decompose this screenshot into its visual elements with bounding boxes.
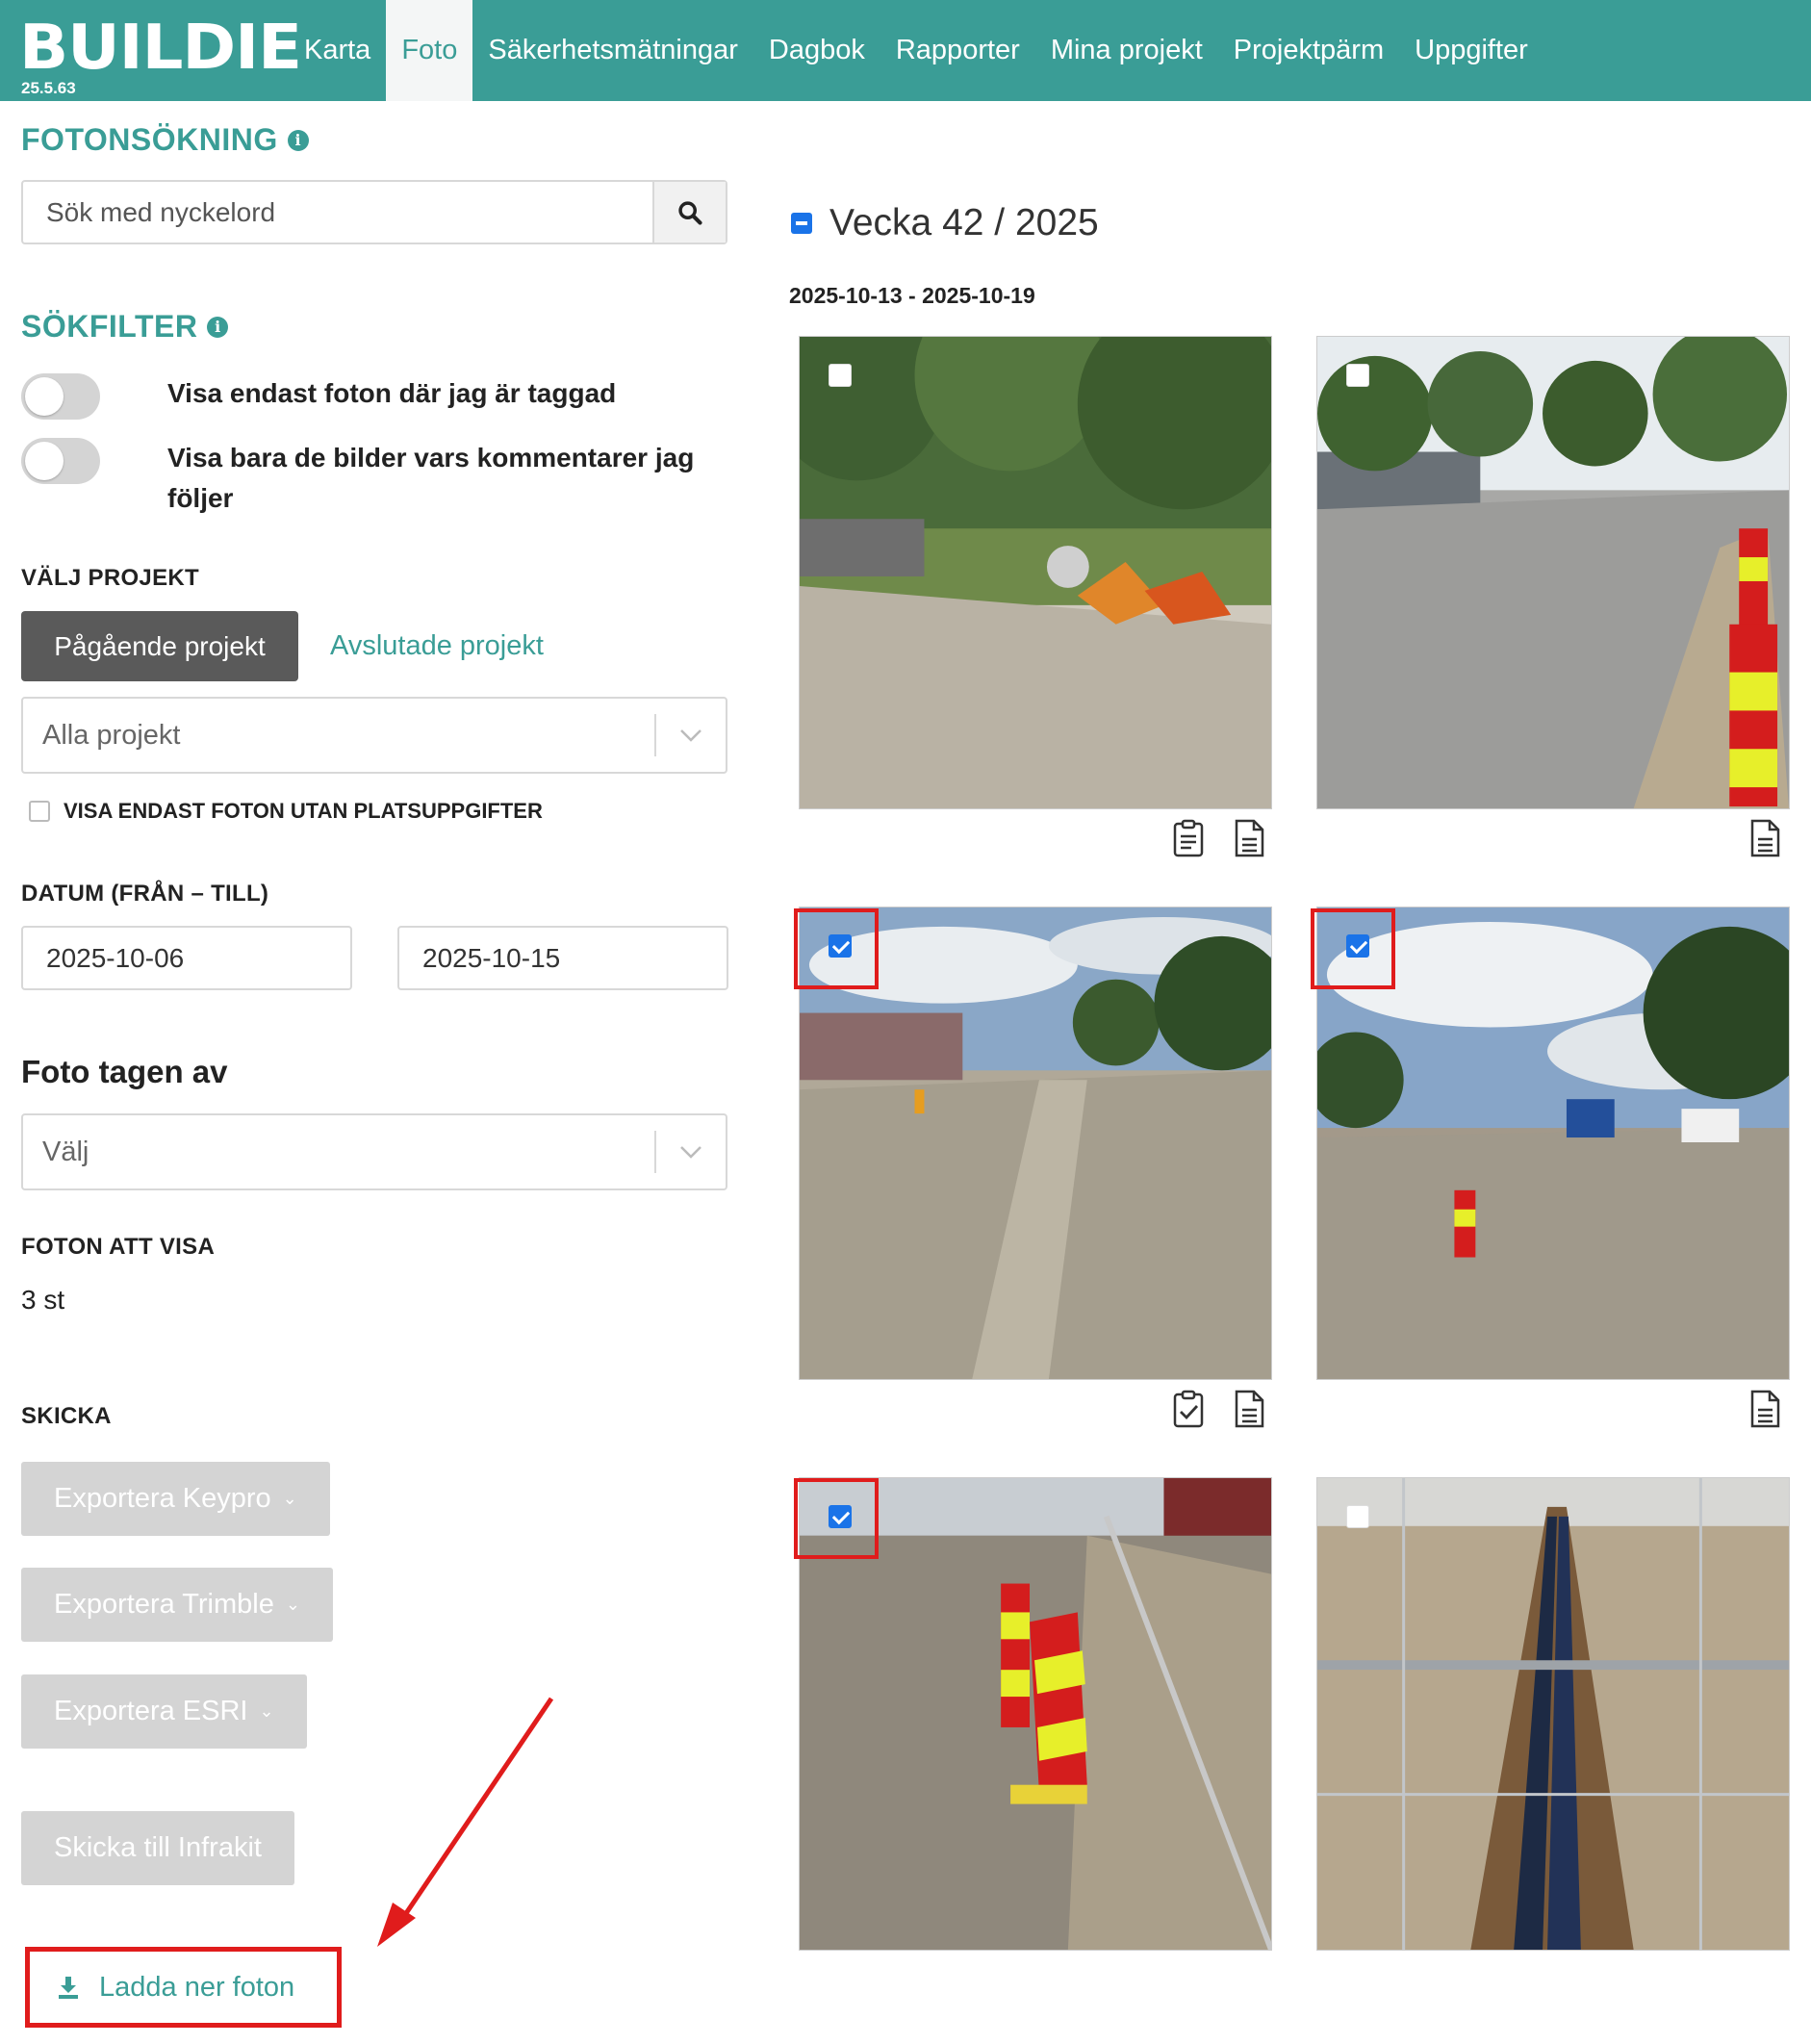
info-icon[interactable]: i [287, 129, 309, 151]
logo-text: BUILDIE [19, 13, 302, 84]
taken-by-select-value: Välj [42, 1136, 89, 1167]
photo-image [1317, 1478, 1789, 1950]
chevron-down-icon [656, 728, 726, 742]
nav-uppgifter[interactable]: Uppgifter [1399, 0, 1543, 101]
document-icon[interactable] [1748, 819, 1781, 857]
photo-select-checkbox[interactable] [1346, 1505, 1369, 1528]
highlight-box [794, 1478, 879, 1559]
info-icon[interactable]: i [207, 316, 229, 338]
no-location-filter: VISA ENDAST FOTON UTAN PLATSUPPGIFTER [29, 799, 543, 824]
clipboard-check-icon[interactable] [1172, 1390, 1205, 1428]
document-icon[interactable] [1748, 1390, 1781, 1428]
date-from-input[interactable]: 2025-10-06 [21, 926, 352, 990]
export-trimble-label: Exportera Trimble [54, 1589, 274, 1620]
export-trimble-button[interactable]: Exportera Trimble ⌄ [21, 1568, 333, 1642]
main-nav: Karta Foto Säkerhetsmätningar Dagbok Rap… [289, 0, 1543, 101]
toggle-knob [25, 377, 64, 416]
download-icon [59, 1977, 78, 1999]
photos-count: 3 st [21, 1285, 65, 1315]
search-filter-heading: SÖKFILTER i [21, 309, 229, 345]
search-button[interactable] [652, 182, 726, 243]
photo-thumbnail[interactable] [1316, 336, 1790, 809]
toggle-row-followed: Visa bara de bilder vars kommentarer jag… [21, 438, 706, 519]
chevron-down-icon: ⌄ [282, 1489, 297, 1508]
clipboard-icon[interactable] [1172, 819, 1205, 857]
export-keypro-button[interactable]: Exportera Keypro ⌄ [21, 1462, 330, 1536]
toggle-knob [25, 442, 64, 480]
week-title: Vecka 42 / 2025 [829, 202, 1099, 243]
chevron-down-icon [656, 1145, 726, 1159]
download-photos-button[interactable]: Ladda ner foton [25, 1947, 342, 2028]
photo-select-checkbox[interactable] [1346, 364, 1369, 387]
project-select[interactable]: Alla projekt [21, 697, 727, 774]
document-icon[interactable] [1233, 1390, 1265, 1428]
send-label: SKICKA [21, 1403, 112, 1429]
no-location-checkbox[interactable] [29, 801, 50, 822]
top-navbar: BUILDIE 25.5.63 Karta Foto Säkerhetsmätn… [0, 0, 1811, 101]
tagged-only-toggle[interactable] [21, 373, 100, 420]
choose-project-label: VÄLJ PROJEKT [21, 565, 199, 591]
followed-comments-toggle[interactable] [21, 438, 100, 484]
nav-sakerhetsmatningar[interactable]: Säkerhetsmätningar [472, 0, 753, 101]
project-select-value: Alla projekt [42, 719, 181, 751]
date-range-label: DATUM (FRÅN – TILL) [21, 881, 269, 907]
send-infrakit-button[interactable]: Skicka till Infrakit [21, 1811, 294, 1885]
chevron-down-icon: ⌄ [285, 1595, 300, 1614]
tagged-only-label: Visa endast foton där jag är taggad [167, 378, 617, 408]
date-to-input[interactable]: 2025-10-15 [397, 926, 728, 990]
followed-comments-label: Visa bara de bilder vars kommentarer jag… [167, 443, 695, 513]
download-photos-label: Ladda ner foton [99, 1971, 295, 2003]
week-date-range: 2025-10-13 - 2025-10-19 [789, 283, 1035, 308]
toggle-row-tagged: Visa endast foton där jag är taggad [21, 373, 706, 420]
chevron-down-icon: ⌄ [259, 1701, 274, 1721]
search-filter-title: SÖKFILTER [21, 309, 198, 344]
collapse-icon[interactable] [791, 213, 812, 234]
photo-search-title: FOTONSÖKNING [21, 122, 278, 157]
nav-foto[interactable]: Foto [386, 0, 473, 101]
photo-select-checkbox[interactable] [829, 364, 852, 387]
search-box [21, 180, 727, 244]
export-keypro-label: Exportera Keypro [54, 1483, 271, 1514]
buildie-logo[interactable]: BUILDIE 25.5.63 [19, 17, 302, 99]
taken-by-select[interactable]: Välj [21, 1113, 727, 1190]
highlight-box [1311, 908, 1395, 989]
ongoing-projects-button[interactable]: Pågående projekt [21, 611, 298, 681]
photo-thumbnail[interactable] [799, 336, 1272, 809]
search-icon [678, 200, 702, 225]
photo-image [1317, 337, 1789, 808]
photo-image [800, 337, 1271, 808]
no-location-label: VISA ENDAST FOTON UTAN PLATSUPPGIFTER [64, 799, 543, 823]
nav-rapporter[interactable]: Rapporter [880, 0, 1035, 101]
nav-mina-projekt[interactable]: Mina projekt [1035, 0, 1218, 101]
photo-search-heading: FOTONSÖKNING i [21, 122, 309, 158]
search-input[interactable] [23, 182, 652, 243]
export-esri-button[interactable]: Exportera ESRI ⌄ [21, 1674, 307, 1749]
highlight-box [794, 908, 879, 989]
finished-projects-link[interactable]: Avslutade projekt [330, 630, 544, 662]
nav-projektparm[interactable]: Projektpärm [1218, 0, 1399, 101]
export-esri-label: Exportera ESRI [54, 1696, 248, 1726]
nav-karta[interactable]: Karta [289, 0, 386, 101]
photos-to-show-label: FOTON ATT VISA [21, 1234, 216, 1260]
photo-thumbnail[interactable] [1316, 1477, 1790, 1951]
document-icon[interactable] [1233, 819, 1265, 857]
week-header: Vecka 42 / 2025 [791, 202, 1099, 244]
annotation-arrow [377, 1697, 554, 1947]
app-version: 25.5.63 [21, 79, 76, 97]
nav-dagbok[interactable]: Dagbok [753, 0, 880, 101]
taken-by-label: Foto tagen av [21, 1054, 228, 1089]
